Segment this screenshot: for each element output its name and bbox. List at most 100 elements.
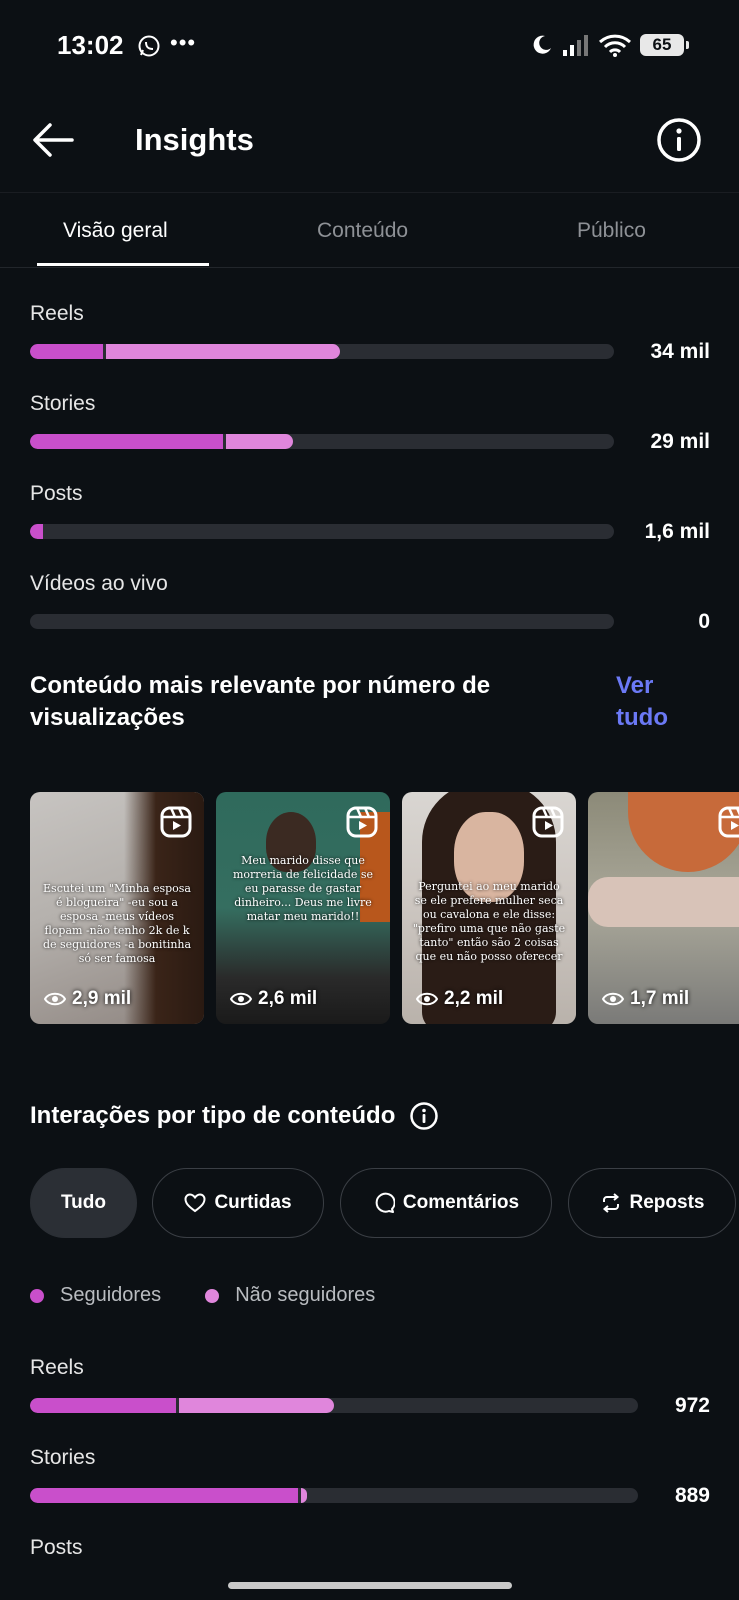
top-content-title: Conteúdo mais relevante por número de vi… xyxy=(30,672,491,731)
row-value: 972 xyxy=(674,1394,710,1417)
view-count: 2,2 mil xyxy=(416,988,503,1010)
view-count: 2,6 mil xyxy=(230,988,317,1010)
reel-icon xyxy=(718,806,739,838)
eye-icon xyxy=(230,992,252,1006)
row-value: 0 xyxy=(698,610,710,633)
row-label: Stories xyxy=(30,392,96,415)
eye-icon xyxy=(416,992,438,1006)
view-count-value: 2,2 mil xyxy=(444,988,504,1009)
chip-label: Curtidas xyxy=(214,1192,292,1213)
thumbnail-caption: Perguntei ao meu marido se ele prefere m… xyxy=(412,880,566,963)
info-icon[interactable] xyxy=(409,1101,439,1131)
interactions-row-posts: Posts xyxy=(30,1536,710,1576)
interactions-row-reels: Reels 972 xyxy=(30,1356,710,1417)
progress-track xyxy=(30,524,614,539)
tab-content[interactable]: Conteúdo xyxy=(317,219,408,243)
header: Insights xyxy=(0,92,739,192)
active-tab-indicator xyxy=(37,263,209,266)
moon-icon xyxy=(533,35,551,54)
progress-track xyxy=(30,1488,638,1503)
thumbnail-image xyxy=(588,877,739,927)
view-count: 1,7 mil xyxy=(602,988,689,1010)
filter-chip-likes[interactable]: Curtidas xyxy=(152,1168,324,1238)
more-notifications-icon: ••• xyxy=(170,30,197,55)
status-time: 13:02 xyxy=(57,30,124,60)
row-value: 889 xyxy=(674,1484,710,1507)
row-value: 1,6 mil xyxy=(644,520,710,543)
filter-chip-reposts[interactable]: Reposts xyxy=(568,1168,736,1238)
row-value: 29 mil xyxy=(650,430,710,453)
row-label: Stories xyxy=(30,1446,96,1469)
view-count-value: 2,6 mil xyxy=(258,988,318,1009)
chart-legend: Seguidores Não seguidores xyxy=(30,1284,375,1307)
followers-segment xyxy=(30,1398,176,1413)
row-label: Vídeos ao vivo xyxy=(30,572,168,595)
see-all-link[interactable]: Ver tudo xyxy=(616,670,706,734)
chip-label: Comentários xyxy=(402,1192,520,1213)
home-indicator[interactable] xyxy=(228,1582,512,1589)
row-label: Reels xyxy=(30,1356,84,1379)
followers-segment xyxy=(30,1488,298,1503)
chip-label: Tudo xyxy=(60,1192,106,1213)
reel-icon xyxy=(532,806,564,838)
legend-swatch-non-followers xyxy=(205,1288,220,1303)
legend-label-followers: Seguidores xyxy=(60,1284,162,1306)
progress-track xyxy=(30,1398,638,1413)
row-label: Posts xyxy=(30,1536,83,1559)
info-icon[interactable] xyxy=(655,116,703,164)
status-bar: 13:02 ••• 65 xyxy=(0,0,739,92)
interactions-title: Interações por tipo de conteúdo xyxy=(30,1102,396,1129)
eye-icon xyxy=(602,992,624,1006)
filter-chip-comments[interactable]: Comentários xyxy=(340,1168,552,1238)
non-followers-segment xyxy=(106,344,340,359)
tab-audience[interactable]: Público xyxy=(577,219,646,243)
interactions-row-stories: Stories 889 xyxy=(30,1446,710,1507)
progress-track xyxy=(30,434,614,449)
content-thumbnail[interactable]: Escutei um "Minha esposa é blogueira" -e… xyxy=(30,792,204,1024)
view-count-value: 2,9 mil xyxy=(72,988,132,1009)
row-label: Posts xyxy=(30,482,83,505)
interaction-filter-chips: Tudo Curtidas Comentários Reposts xyxy=(30,1168,739,1240)
whatsapp-icon xyxy=(138,35,160,57)
followers-segment xyxy=(30,524,43,539)
signal-icon xyxy=(563,35,588,56)
chip-label: Reposts xyxy=(629,1192,705,1213)
views-row-stories: Stories 29 mil xyxy=(30,392,710,453)
interactions-title-row: Interações por tipo de conteúdo xyxy=(30,1100,439,1132)
comment-icon xyxy=(375,1192,395,1213)
content-thumbnail[interactable]: Meu marido disse que morreria de felicid… xyxy=(216,792,390,1024)
row-value: 34 mil xyxy=(650,340,710,363)
eye-icon xyxy=(44,992,66,1006)
tab-overview[interactable]: Visão geral xyxy=(63,219,168,243)
content-thumbnail[interactable]: 1,7 mil xyxy=(588,792,739,1024)
reel-icon xyxy=(346,806,378,838)
thumbnail-caption: Escutei um "Minha esposa é blogueira" -e… xyxy=(42,882,192,965)
top-content-carousel: Escutei um "Minha esposa é blogueira" -e… xyxy=(30,792,739,1024)
followers-segment xyxy=(30,344,103,359)
repost-icon xyxy=(602,1193,619,1213)
content-thumbnail[interactable]: Perguntei ao meu marido se ele prefere m… xyxy=(402,792,576,1024)
thumbnail-caption: Meu marido disse que morreria de felicid… xyxy=(232,854,374,923)
followers-segment xyxy=(30,434,223,449)
non-followers-segment xyxy=(300,1488,307,1503)
tab-bar: Visão geral Conteúdo Público xyxy=(0,192,739,268)
view-count-value: 1,7 mil xyxy=(630,988,690,1009)
views-row-posts: Posts 1,6 mil xyxy=(30,482,710,543)
view-count: 2,9 mil xyxy=(44,988,131,1010)
legend-label-non-followers: Não seguidores xyxy=(235,1284,376,1306)
views-row-live: Vídeos ao vivo 0 xyxy=(30,572,710,633)
views-row-reels: Reels 34 mil xyxy=(30,302,710,363)
legend-swatch-followers xyxy=(30,1288,44,1303)
wifi-icon xyxy=(598,34,632,57)
non-followers-segment xyxy=(225,434,293,449)
row-label: Reels xyxy=(30,302,84,325)
filter-chip-all[interactable]: Tudo xyxy=(30,1168,137,1238)
back-arrow-icon[interactable] xyxy=(28,118,78,162)
progress-track xyxy=(30,344,614,359)
battery-indicator: 65 xyxy=(640,34,689,56)
progress-track xyxy=(30,614,614,629)
non-followers-segment xyxy=(178,1398,334,1413)
page-title: Insights xyxy=(135,122,254,157)
battery-level: 65 xyxy=(652,35,672,54)
heart-icon xyxy=(184,1193,206,1213)
